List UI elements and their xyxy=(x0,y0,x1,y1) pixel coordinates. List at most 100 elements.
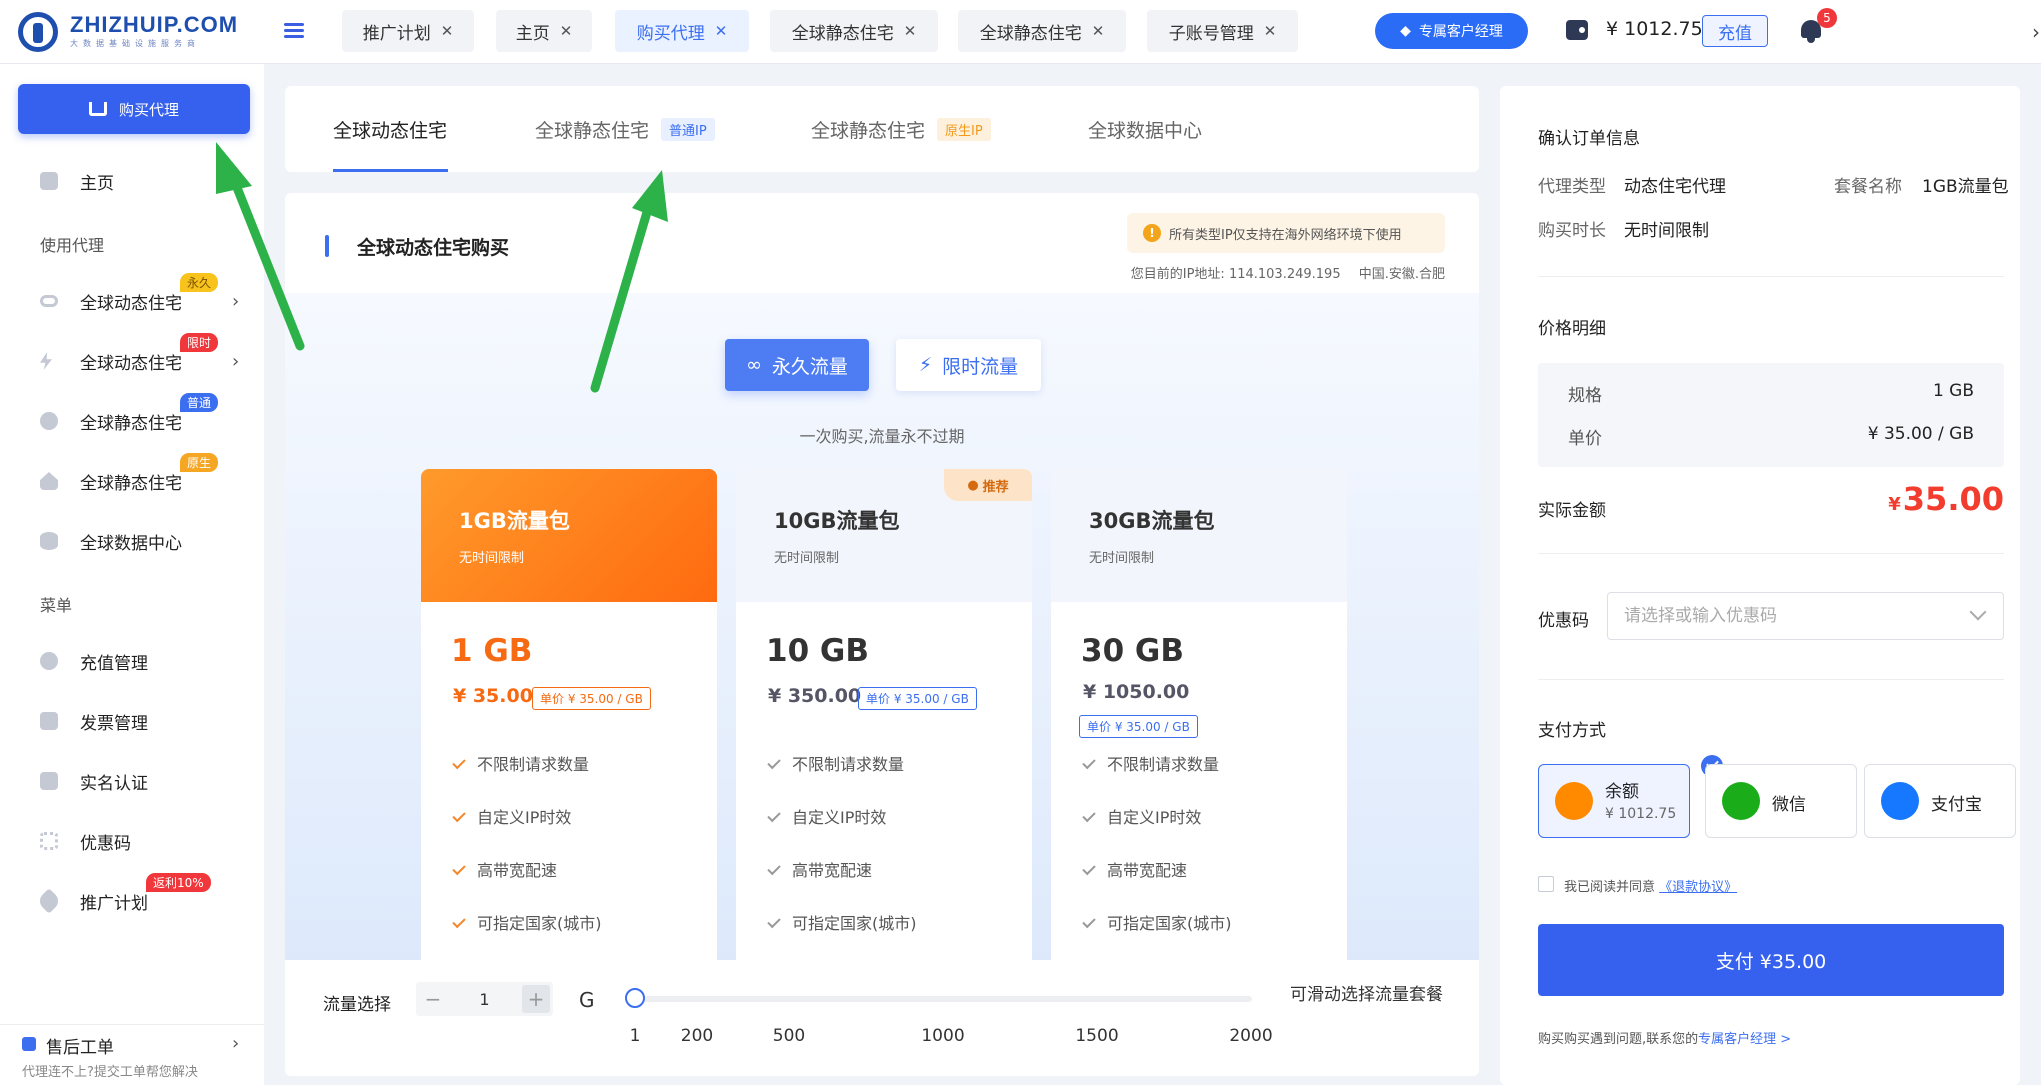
check-icon xyxy=(452,808,466,823)
sidebar-item-static-native[interactable]: 全球静态住宅 原生 xyxy=(0,453,264,501)
sidebar-item-label: 发票管理 xyxy=(80,713,148,734)
sidebar-item-home[interactable]: 主页 xyxy=(0,161,264,201)
product-tab-dynamic[interactable]: 全球动态住宅 xyxy=(333,116,447,143)
package-validity: 无时间限制 xyxy=(1089,551,1155,566)
recharge-button[interactable]: 充值 xyxy=(1702,15,1768,47)
slider-tick: 1000 xyxy=(921,1026,965,1046)
notification-badge: 5 xyxy=(1817,8,1837,28)
account-manager-button[interactable]: ◆ 专属客户经理 xyxy=(1375,13,1528,49)
flame-icon: ● xyxy=(967,477,979,493)
menu-toggle-icon[interactable] xyxy=(284,20,304,40)
check-icon xyxy=(767,808,781,823)
pay-button[interactable]: 支付 ¥35.00 xyxy=(1538,924,2004,996)
home-icon xyxy=(40,172,58,190)
increment-button[interactable]: + xyxy=(522,985,550,1013)
package-card-1gb[interactable]: 1GB流量包 无时间限制 1 GB ¥ 35.00 单价 ¥ 35.00 / G… xyxy=(421,469,717,979)
slider-tick: 2000 xyxy=(1229,1026,1273,1046)
ip-label: 您目前的IP地址: xyxy=(1130,267,1225,282)
package-card-30gb[interactable]: 30GB流量包 无时间限制 30 GB ¥ 1050.00 单价 ¥ 35.00… xyxy=(1051,469,1347,979)
tab-promotion[interactable]: 推广计划 ✕ xyxy=(342,10,474,52)
pay-method-name: 支付宝 xyxy=(1931,795,1982,815)
chevron-right-icon[interactable]: › xyxy=(2032,20,2040,44)
order-panel: 确认订单信息 代理类型 动态住宅代理 套餐名称 1GB流量包 购买时长 无时间限… xyxy=(1500,86,2020,1085)
purchase-panel: 全球动态住宅购买 ! 所有类型IP仅支持在海外网络环境下使用 您目前的IP地址:… xyxy=(285,193,1479,1076)
coupon-input[interactable] xyxy=(1607,592,2004,640)
sidebar-item-label: 全球数据中心 xyxy=(80,533,182,554)
tab-label: 推广计划 xyxy=(362,23,431,44)
badge-native: 原生 xyxy=(180,453,219,472)
sidebar-item-datacenter[interactable]: 全球数据中心 xyxy=(0,521,264,561)
refund-agreement-link[interactable]: 《退款协议》 xyxy=(1659,880,1737,895)
close-icon[interactable]: ✕ xyxy=(560,22,573,40)
feature-item: 自定义IP时效 xyxy=(767,804,886,828)
sidebar-item-label: 全球静态住宅 xyxy=(80,473,182,494)
sidebar-item-promotion[interactable]: 推广计划 返利10% xyxy=(0,873,264,921)
close-icon[interactable]: ✕ xyxy=(441,22,454,40)
after-sales-ticket[interactable]: 售后工单 › 代理连不上?提交工单帮您解决 xyxy=(0,1024,264,1085)
slider-track[interactable] xyxy=(635,996,1252,1002)
chevron-right-icon: › xyxy=(232,290,240,312)
pay-method-alipay[interactable]: 支付宝 xyxy=(1864,764,2016,838)
close-icon[interactable]: ✕ xyxy=(1092,22,1105,40)
agree-checkbox[interactable] xyxy=(1538,876,1554,892)
coupon-icon xyxy=(40,832,58,850)
tab-label: 主页 xyxy=(515,23,550,44)
infinity-icon xyxy=(40,295,58,307)
duration-value: 无时间限制 xyxy=(1624,221,1709,241)
wechat-icon xyxy=(1722,782,1760,820)
notice-text: 所有类型IP仅支持在海外网络环境下使用 xyxy=(1169,227,1402,243)
sidebar-item-invoice[interactable]: 发票管理 xyxy=(0,701,264,741)
decrement-button[interactable]: − xyxy=(419,985,447,1013)
proxy-type-value: 动态住宅代理 xyxy=(1624,177,1726,197)
tab-static-residential-1[interactable]: 全球静态住宅 ✕ xyxy=(770,10,938,52)
product-tab-label: 全球静态住宅 xyxy=(535,120,650,142)
tab-static-residential-2[interactable]: 全球静态住宅 ✕ xyxy=(958,10,1126,52)
limited-traffic-label: 限时流量 xyxy=(942,355,1019,378)
sidebar-item-static-normal[interactable]: 全球静态住宅 普通 xyxy=(0,393,264,441)
account-manager-link[interactable]: 专属客户经理 > xyxy=(1698,1032,1791,1047)
product-tabs: 全球动态住宅 全球静态住宅 普通IP 全球静态住宅 原生IP 全球数据中心 xyxy=(285,86,1479,172)
limited-traffic-button[interactable]: ⚡ 限时流量 xyxy=(896,339,1041,391)
tab-subaccount[interactable]: 子账号管理 ✕ xyxy=(1147,10,1298,52)
active-tab-indicator xyxy=(333,169,448,172)
wallet-icon xyxy=(1566,20,1588,40)
product-tab-datacenter[interactable]: 全球数据中心 xyxy=(1088,116,1202,143)
quantity-input[interactable] xyxy=(447,982,522,1016)
close-icon[interactable]: ✕ xyxy=(1264,22,1277,40)
tab-label: 购买代理 xyxy=(636,23,705,44)
sidebar-item-recharge[interactable]: 充值管理 xyxy=(0,641,264,681)
close-icon[interactable]: ✕ xyxy=(904,22,917,40)
check-icon xyxy=(767,861,781,876)
close-icon[interactable]: ✕ xyxy=(715,22,728,40)
sidebar-item-verification[interactable]: 实名认证 xyxy=(0,761,264,801)
pay-method-name: 余额 xyxy=(1605,782,1639,802)
product-tab-static-native[interactable]: 全球静态住宅 原生IP xyxy=(811,116,991,143)
badge-limited: 限时 xyxy=(180,333,219,352)
check-icon xyxy=(452,914,466,929)
permanent-traffic-label: 永久流量 xyxy=(771,355,848,378)
feature-item: 高带宽配速 xyxy=(767,857,872,881)
product-tab-static-normal[interactable]: 全球静态住宅 普通IP xyxy=(535,116,715,143)
price-detail-box: 规格 1 GB 单价 ¥ 35.00 / GB xyxy=(1538,363,2004,467)
slider-thumb[interactable] xyxy=(625,988,645,1008)
pay-method-balance[interactable]: 余额 ¥ 1012.75 xyxy=(1538,755,1723,838)
sidebar-item-dynamic-permanent[interactable]: 全球动态住宅 永久 › xyxy=(0,273,264,321)
sidebar-item-coupon[interactable]: 优惠码 xyxy=(0,821,264,861)
slider-tick: 1 xyxy=(629,1026,641,1046)
ip-location: 中国.安徽.合肥 xyxy=(1358,267,1445,282)
wallet-icon xyxy=(1555,782,1593,820)
logo[interactable]: ZHIZHUIP.COM 大数据基础设施服务商 xyxy=(18,10,254,54)
feature-item: 自定义IP时效 xyxy=(1082,804,1201,828)
tab-buy-proxy[interactable]: 购买代理 ✕ xyxy=(615,10,749,52)
pay-method-wechat[interactable]: 微信 xyxy=(1705,764,1857,838)
order-title: 确认订单信息 xyxy=(1538,129,1640,149)
traffic-selector: 流量选择 − + G 1 200 500 1000 1500 2000 可滑动选… xyxy=(285,960,1479,1076)
divider xyxy=(1538,276,2004,277)
permanent-traffic-button[interactable]: ∞ 永久流量 xyxy=(725,339,869,391)
sidebar-item-dynamic-limited[interactable]: 全球动态住宅 限时 › xyxy=(0,333,264,381)
buy-proxy-button[interactable]: 购买代理 xyxy=(18,84,250,134)
badge-rebate: 返利10% xyxy=(146,873,211,892)
tab-home[interactable]: 主页 ✕ xyxy=(496,10,592,52)
package-card-10gb[interactable]: ● 推荐 10GB流量包 无时间限制 10 GB ¥ 350.00 单价 ¥ 35… xyxy=(736,469,1032,979)
bolt-icon xyxy=(40,352,52,370)
